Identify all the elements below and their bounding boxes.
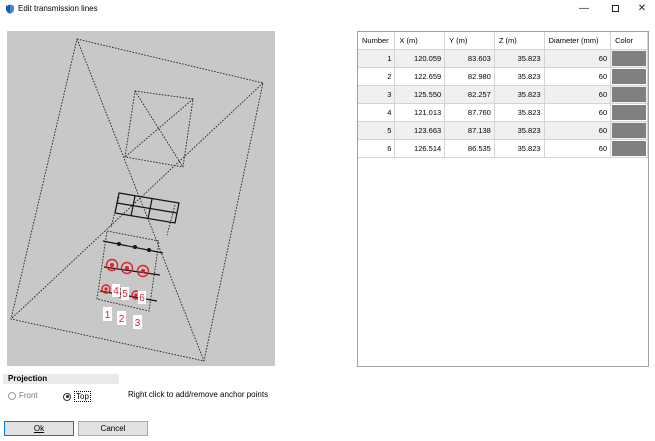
cell-diameter[interactable]: 60: [544, 121, 612, 140]
table-row[interactable]: 1 120.059 83.603 35.823 60: [358, 49, 648, 68]
transmission-lines-table: Number X (m) Y (m) Z (m) Diameter (mm) C…: [358, 32, 648, 158]
cell-x[interactable]: 123.663: [394, 121, 446, 140]
cell-y[interactable]: 83.603: [444, 49, 495, 68]
column-header-y[interactable]: Y (m): [444, 32, 495, 50]
cell-y[interactable]: 82.257: [444, 85, 495, 104]
cell-x[interactable]: 122.659: [394, 67, 446, 86]
cell-diameter[interactable]: 60: [544, 67, 612, 86]
cell-y[interactable]: 87.138: [444, 121, 495, 140]
anchor-hint-text: Right click to add/remove anchor points: [128, 390, 269, 399]
cell-x[interactable]: 120.059: [394, 49, 446, 68]
cell-z[interactable]: 35.823: [494, 85, 545, 104]
minimize-button[interactable]: —: [572, 1, 596, 16]
cell-x[interactable]: 121.013: [394, 103, 446, 122]
cell-diameter[interactable]: 60: [544, 85, 612, 104]
window-title: Edit transmission lines: [18, 4, 98, 13]
column-header-number[interactable]: Number: [358, 32, 396, 50]
projection-title: Projection: [3, 374, 119, 384]
cell-color[interactable]: [610, 49, 648, 68]
cell-color[interactable]: [610, 139, 648, 158]
table-row[interactable]: 3 125.550 82.257 35.823 60: [358, 85, 648, 104]
radio-top-label[interactable]: Top: [74, 391, 91, 402]
cell-z[interactable]: 35.823: [494, 49, 545, 68]
top-view-canvas[interactable]: 1 2 3 4 5 6: [7, 31, 275, 366]
anchor-label-6: 6: [139, 293, 145, 304]
cancel-button-label: Cancel: [100, 424, 126, 433]
cell-number[interactable]: 2: [358, 67, 396, 86]
ok-button[interactable]: Ok: [4, 421, 74, 436]
cell-number[interactable]: 3: [358, 85, 396, 104]
color-swatch[interactable]: [612, 50, 646, 66]
table-row[interactable]: 5 123.663 87.138 35.823 60: [358, 121, 648, 140]
maximize-button[interactable]: [603, 1, 627, 16]
cell-x[interactable]: 125.550: [394, 85, 446, 104]
cell-color[interactable]: [610, 67, 648, 86]
radio-top-indicator[interactable]: [63, 392, 71, 401]
column-header-z[interactable]: Z (m): [494, 32, 545, 50]
cell-y[interactable]: 82.980: [444, 67, 495, 86]
column-header-x[interactable]: X (m): [394, 32, 446, 50]
cell-color[interactable]: [610, 85, 648, 104]
radio-front-indicator[interactable]: [8, 391, 16, 400]
cell-color[interactable]: [610, 121, 648, 140]
radio-front-label[interactable]: Front: [19, 391, 38, 400]
anchor-label-5: 5: [122, 289, 128, 300]
cell-diameter[interactable]: 60: [544, 49, 612, 68]
anchor-label-3: 3: [135, 318, 141, 329]
cell-z[interactable]: 35.823: [494, 103, 545, 122]
app-shield-icon: [6, 4, 14, 14]
color-swatch[interactable]: [612, 104, 646, 120]
table-row[interactable]: 2 122.659 82.980 35.823 60: [358, 67, 648, 86]
maximize-icon: [611, 5, 619, 12]
cell-diameter[interactable]: 60: [544, 103, 612, 122]
cell-y[interactable]: 86.535: [444, 139, 495, 158]
close-icon: ✕: [637, 3, 647, 14]
color-swatch[interactable]: [612, 68, 646, 84]
cell-z[interactable]: 35.823: [494, 139, 545, 158]
color-swatch[interactable]: [612, 140, 646, 156]
ok-button-label: Ok: [33, 424, 45, 433]
transmission-lines-table-panel[interactable]: Number X (m) Y (m) Z (m) Diameter (mm) C…: [357, 31, 649, 367]
anchor-label-2: 2: [119, 314, 125, 325]
title-bar: Edit transmission lines — ✕: [0, 0, 655, 18]
color-swatch[interactable]: [612, 122, 646, 138]
cell-number[interactable]: 1: [358, 49, 396, 68]
cell-diameter[interactable]: 60: [544, 139, 612, 158]
projection-group: Projection Front Top: [3, 374, 119, 406]
anchor-label-1: 1: [105, 310, 111, 321]
anchor-label-4: 4: [113, 286, 119, 297]
cancel-button[interactable]: Cancel: [78, 421, 148, 436]
cell-number[interactable]: 5: [358, 121, 396, 140]
cell-z[interactable]: 35.823: [494, 67, 545, 86]
table-row[interactable]: 4 121.013 87.760 35.823 60: [358, 103, 648, 122]
radio-top[interactable]: Top: [63, 391, 91, 402]
cell-number[interactable]: 4: [358, 103, 396, 122]
column-header-color[interactable]: Color: [610, 32, 648, 50]
cell-number[interactable]: 6: [358, 139, 396, 158]
cell-y[interactable]: 87.760: [444, 103, 495, 122]
close-button[interactable]: ✕: [630, 1, 654, 16]
column-header-diameter[interactable]: Diameter (mm): [544, 32, 612, 50]
table-header-row: Number X (m) Y (m) Z (m) Diameter (mm) C…: [358, 32, 648, 50]
cell-x[interactable]: 126.514: [394, 139, 446, 158]
cell-color[interactable]: [610, 103, 648, 122]
anchor-points-layer[interactable]: 1 2 3 4 5 6: [7, 31, 275, 366]
color-swatch[interactable]: [612, 86, 646, 102]
cell-z[interactable]: 35.823: [494, 121, 545, 140]
table-row[interactable]: 6 126.514 86.535 35.823 60: [358, 139, 648, 158]
radio-front[interactable]: Front: [8, 391, 38, 400]
minimize-icon: —: [579, 3, 589, 14]
